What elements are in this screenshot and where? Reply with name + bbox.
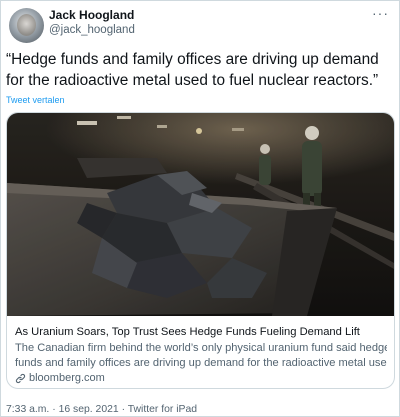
tweet-container: Jack Hoogland @jack_hoogland ··· “Hedge … [0,0,400,417]
tweet-source[interactable]: Twitter for iPad [128,404,197,415]
more-icon[interactable]: ··· [372,5,389,21]
meta-separator: · [121,404,126,415]
tweet-date[interactable]: 16 sep. 2021 [59,404,119,415]
avatar[interactable] [9,8,44,43]
card-description-line: The Canadian firm behind the world’s onl… [15,342,387,354]
meta-separator: · [52,404,56,415]
card-description: The Canadian firm behind the world’s onl… [15,341,387,371]
card-domain[interactable]: bloomberg.com [15,372,105,384]
card-domain-text: bloomberg.com [29,372,105,384]
card-title[interactable]: As Uranium Soars, Top Trust Sees Hedge F… [15,326,360,338]
translate-tweet-link[interactable]: Tweet vertalen [6,95,65,105]
link-card[interactable]: As Uranium Soars, Top Trust Sees Hedge F… [6,112,395,389]
tweet-text: “Hedge funds and family offices are driv… [6,51,379,89]
tweet-time[interactable]: 7:33 a.m. [6,404,49,415]
card-image[interactable] [7,113,394,316]
tweet-meta: 7:33 a.m. · 16 sep. 2021 · Twitter for i… [6,404,197,415]
author-handle[interactable]: @jack_hoogland [49,24,135,36]
card-description-line: funds and family offices are driving up … [15,357,387,369]
link-icon [15,373,26,383]
author-name[interactable]: Jack Hoogland [49,8,134,22]
